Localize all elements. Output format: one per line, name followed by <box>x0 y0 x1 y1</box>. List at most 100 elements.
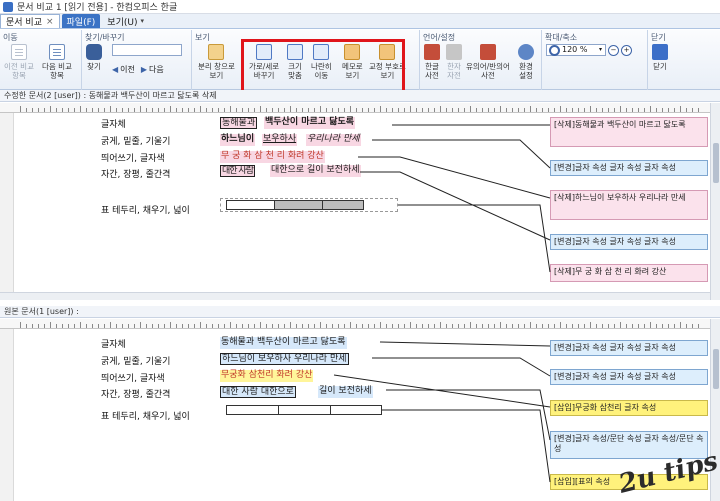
top-horizontal-scrollbar[interactable] <box>0 292 710 300</box>
ruler-tick <box>518 324 519 328</box>
top-text-4a: 대한 사람 <box>220 165 255 177</box>
ruler-tick <box>494 324 495 328</box>
next-arrow-icon[interactable]: ▶ <box>141 65 147 74</box>
ruler-tick <box>344 108 345 112</box>
tab-view[interactable]: 보기(U) ▾ <box>102 14 149 28</box>
ruler-tick <box>254 108 255 112</box>
ruler-tick <box>356 324 357 328</box>
ruler-tick <box>104 108 105 112</box>
prev-arrow-icon[interactable]: ◀ <box>112 65 118 74</box>
ruler-tick <box>656 108 657 112</box>
ruler-tick <box>104 324 105 328</box>
ruler-tick <box>188 324 189 328</box>
ruler-tick <box>56 324 57 328</box>
ruler-tick <box>170 106 171 112</box>
ruler-tick <box>284 324 285 328</box>
group-close-title: 닫기 <box>651 33 666 42</box>
hanja-dict-button[interactable]: 한자 자전 <box>446 44 462 80</box>
table-cell <box>227 201 275 209</box>
change-note[interactable]: [삭제]동해물과 백두산이 마르고 닳도록 <box>550 117 708 147</box>
next-label[interactable]: 다음 <box>149 64 164 75</box>
ruler-tick <box>554 324 555 328</box>
korean-dict-button[interactable]: 한글 사전 <box>424 44 440 80</box>
table-cell <box>275 201 323 209</box>
ruler-tick <box>560 106 561 112</box>
zoom-value: 120 % <box>562 45 588 54</box>
ruler-tick <box>530 322 531 328</box>
ruler-tick <box>416 108 417 112</box>
ruler-tick <box>44 108 45 112</box>
top-text-2a: 하느님이 <box>220 134 256 146</box>
ruler-tick <box>434 108 435 112</box>
ruler-tick <box>230 106 231 112</box>
ruler-tick <box>116 108 117 112</box>
ruler-tick <box>524 324 525 328</box>
ruler-tick <box>410 106 411 112</box>
ruler-tick <box>194 324 195 328</box>
ruler-tick <box>182 108 183 112</box>
change-note[interactable]: [변경]글자 속성 글자 속성 글자 속성 <box>550 234 708 250</box>
highlight-box <box>241 39 405 93</box>
find-input[interactable] <box>112 44 182 56</box>
tab-document-compare[interactable]: 문서 비교 × <box>0 14 60 28</box>
ruler-tick <box>476 108 477 112</box>
ruler-tick <box>680 106 681 112</box>
ruler-tick <box>296 108 297 112</box>
ruler-tick <box>140 322 141 328</box>
ruler-tick <box>452 324 453 328</box>
ruler-tick <box>242 324 243 328</box>
next-compare-button[interactable]: 다음 비교 항목 <box>42 44 72 80</box>
ruler-tick <box>674 324 675 328</box>
bottom-scroll-thumb[interactable] <box>713 349 719 389</box>
top-text-3a: 무 궁 화 삼 천 리 화려 강산 <box>220 151 325 163</box>
zoom-select[interactable]: 120 % ▾ <box>546 44 606 56</box>
ruler-tick <box>272 108 273 112</box>
close-tab-icon[interactable]: × <box>46 17 54 27</box>
top-scroll-thumb[interactable] <box>713 143 719 183</box>
ruler-tick <box>668 108 669 112</box>
ruler-tick <box>98 324 99 328</box>
ruler-tick <box>242 108 243 112</box>
split-window-icon <box>208 44 225 60</box>
ruler-tick <box>224 108 225 112</box>
top-ruler <box>0 103 710 113</box>
change-note[interactable]: [삽입]무궁화 삼천리 글자 속성 <box>550 400 708 416</box>
row-label: 띄어쓰기, 글자색 <box>101 154 165 164</box>
change-note[interactable]: [변경]글자 속성 글자 속성 글자 속성 <box>550 369 708 385</box>
prev-label[interactable]: 이전 <box>120 64 135 75</box>
split-view-button[interactable]: 분리 창으로 보기 <box>198 44 235 80</box>
change-note[interactable]: [변경]글자 속성 글자 속성 글자 속성 <box>550 160 708 176</box>
change-note[interactable]: [변경]글자 속성 글자 속성 글자 속성 <box>550 340 708 356</box>
ruler-tick <box>122 108 123 112</box>
ruler-tick <box>584 324 585 328</box>
change-note[interactable]: [삭제]무 궁 화 삼 천 리 화려 강산 <box>550 264 708 282</box>
ruler-tick <box>620 106 621 112</box>
tab-file[interactable]: 파일(F) <box>61 14 101 28</box>
ruler-tick <box>410 322 411 328</box>
change-note[interactable]: [삭제]하느님이 보우하사 우리나라 만세 <box>550 190 708 220</box>
top-vertical-scrollbar[interactable] <box>710 103 720 300</box>
zoom-out-button[interactable]: − <box>608 44 619 56</box>
ruler-tick <box>398 324 399 328</box>
bottom-pane-header: 원본 문서(1 [user]) : <box>0 306 720 318</box>
zoom-in-button[interactable]: + <box>621 44 632 56</box>
ruler-tick <box>56 108 57 112</box>
close-compare-button[interactable]: 닫기 <box>652 44 668 71</box>
row-label: 띄어쓰기, 글자색 <box>101 374 165 384</box>
app-icon <box>3 1 13 12</box>
ruler-tick <box>20 106 21 112</box>
ruler-tick <box>350 322 351 328</box>
prev-compare-button[interactable]: 이전 비교 항목 <box>4 44 34 80</box>
ruler-tick <box>212 108 213 112</box>
find-button[interactable]: 찾기 <box>86 44 102 71</box>
ruler-tick <box>182 324 183 328</box>
ruler-tick <box>494 108 495 112</box>
group-move-title: 이동 <box>3 33 18 42</box>
env-settings-button[interactable]: 환경 설정 <box>518 44 534 80</box>
ruler-tick <box>662 108 663 112</box>
ruler-tick <box>92 108 93 112</box>
synonym-dict-button[interactable]: 유의어/반의어 사전 <box>466 44 510 80</box>
prev-compare-icon <box>10 44 27 60</box>
ruler-tick <box>644 324 645 328</box>
top-text-1b: 백두산이 마르고 닳도록 <box>264 117 356 129</box>
